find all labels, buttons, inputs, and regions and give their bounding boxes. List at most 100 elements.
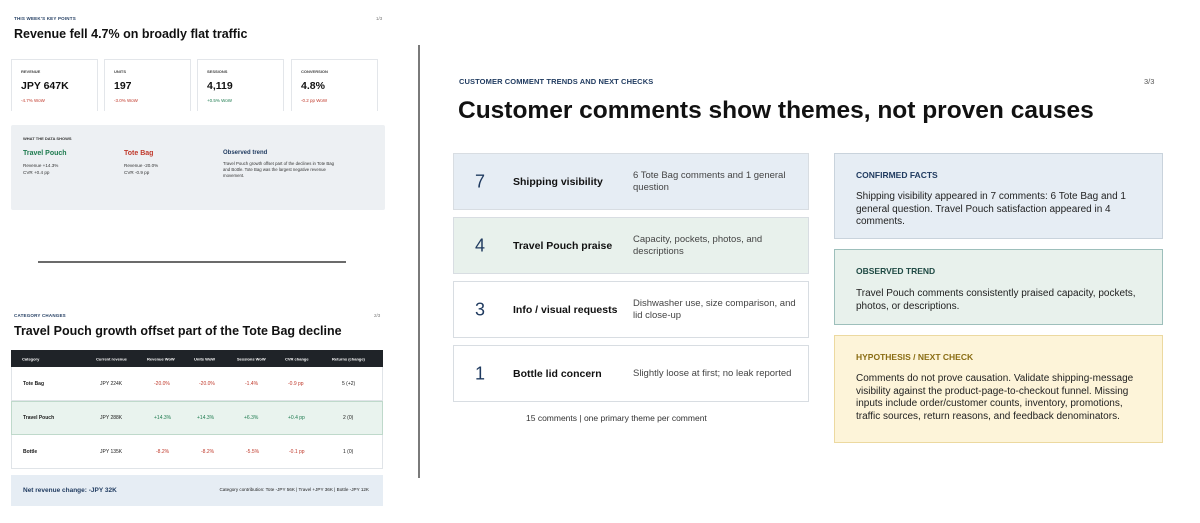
column-header: CVR change	[285, 356, 309, 361]
travel-pouch-heading: Travel Pouch	[23, 150, 67, 157]
cell-cvr-change: -0.1 pp	[289, 448, 305, 455]
cell-cvr-change: +0.4 pp	[288, 415, 305, 421]
kpi-value: 197	[114, 80, 132, 92]
table-row: Bottle JPY 135K -8.2% -8.2% -5.5% -0.1 p…	[11, 435, 383, 469]
category-contribution: Category contribution: Tote -JPY 56K | T…	[219, 487, 369, 492]
summary-line: CVR +0.4 pp	[23, 170, 50, 175]
panel-divider	[418, 45, 420, 478]
net-revenue-bar: Net revenue change: -JPY 32K Category co…	[11, 475, 383, 506]
data-shows-panel: WHAT THE DATA SHOWS Travel Pouch Revenue…	[11, 125, 385, 210]
theme-name: Bottle lid concern	[513, 367, 602, 380]
kpi-card-conversion: CONVERSION 4.8% -0.2 pp WoW	[291, 59, 378, 111]
confirmed-facts-box: CONFIRMED FACTS Shipping visibility appe…	[834, 153, 1163, 239]
kpi-change: +0.5% WoW	[207, 98, 233, 103]
comments-footnote: 15 comments | one primary theme per comm…	[526, 413, 707, 423]
slide2-eyebrow: CATEGORY CHANGES	[14, 313, 66, 318]
cell-returns: 1 (0)	[343, 448, 354, 455]
left-slide-panel: THIS WEEK'S KEY POINTS 1/3 Revenue fell …	[0, 0, 400, 523]
theme-name: Info / visual requests	[513, 303, 618, 316]
slide3-title: Customer comments show themes, not prove…	[458, 97, 1094, 124]
cell-returns: 2 (0)	[343, 415, 354, 421]
confirmed-facts-text: Shipping visibility appeared in 7 commen…	[856, 191, 1126, 228]
theme-card-bottle-lid-concern: 1 Bottle lid concern Slightly loose at f…	[453, 345, 809, 402]
hypothesis-box: HYPOTHESIS / NEXT CHECK Comments do not …	[834, 335, 1163, 443]
kpi-label: CONVERSION	[301, 69, 328, 74]
observed-trend-box: OBSERVED TREND Travel Pouch comments con…	[834, 249, 1163, 325]
net-revenue-change: Net revenue change: -JPY 32K	[23, 487, 117, 494]
cell-returns: 5 (+2)	[342, 380, 356, 387]
kpi-value: 4.8%	[301, 80, 325, 92]
slide1-page-number: 1/3	[376, 16, 383, 21]
kpi-card-revenue: REVENUE JPY 647K -4.7% WoW	[11, 59, 98, 111]
summary-line: Revenue +14.3%	[23, 163, 59, 168]
slide1-eyebrow: THIS WEEK'S KEY POINTS	[14, 16, 76, 21]
confirmed-facts-heading: CONFIRMED FACTS	[856, 170, 938, 180]
summary-line: CVR -0.9 pp	[124, 170, 150, 175]
cell-sessions-wow: -1.4%	[245, 380, 259, 387]
theme-description: 6 Tote Bag comments and 1 general questi…	[633, 169, 786, 193]
theme-count: 1	[475, 363, 486, 383]
kpi-label: SESSIONS	[207, 69, 228, 74]
column-header: Returns (change)	[332, 356, 365, 361]
theme-card-travel-pouch-praise: 4 Travel Pouch praise Capacity, pockets,…	[453, 217, 809, 274]
cell-cvr-change: -0.9 pp	[288, 380, 304, 387]
slide3-page-number: 3/3	[1144, 77, 1155, 86]
hypothesis-heading: HYPOTHESIS / NEXT CHECK	[856, 352, 974, 362]
table-row: Tote Bag JPY 224K -20.0% -20.0% -1.4% -0…	[11, 367, 383, 401]
column-header: Sessions WoW	[237, 356, 266, 361]
theme-name: Travel Pouch praise	[513, 239, 613, 252]
observed-trend-summary: Observed trend Travel Pouch growth offse…	[223, 150, 334, 179]
cell-units-wow: -8.2%	[201, 448, 215, 455]
kpi-card-units: UNITS 197 -3.0% WoW	[104, 59, 191, 111]
theme-name: Shipping visibility	[513, 175, 603, 188]
theme-count: 3	[475, 299, 486, 319]
travel-pouch-summary: Travel Pouch Revenue +14.3% CVR +0.4 pp	[23, 150, 67, 176]
theme-description: Capacity, pockets, photos, and descripti…	[633, 233, 763, 257]
hypothesis-text: Comments do not prove causation. Validat…	[856, 373, 1134, 422]
theme-description: Dishwasher use, size comparison, and lid…	[633, 297, 796, 321]
cell-sessions-wow: +6.3%	[244, 415, 259, 421]
summary-line: Revenue -20.0%	[124, 163, 159, 168]
kpi-value: 4,119	[207, 80, 233, 92]
table-header-row: Category Current revenue Revenue WoW Uni…	[11, 350, 383, 367]
slide-separator	[38, 261, 346, 263]
kpi-label: UNITS	[114, 69, 126, 74]
cell-units-wow: +14.3%	[197, 415, 215, 421]
column-header: Units WoW	[194, 356, 216, 361]
cell-revenue-wow: -8.2%	[156, 448, 170, 455]
column-header: Category	[22, 356, 40, 361]
kpi-card-sessions: SESSIONS 4,119 +0.5% WoW	[197, 59, 284, 111]
cell-sessions-wow: -5.5%	[246, 448, 260, 455]
data-shows-header: WHAT THE DATA SHOWS	[23, 136, 72, 141]
kpi-label: REVENUE	[21, 69, 41, 74]
slide1-title: Revenue fell 4.7% on broadly flat traffi…	[14, 27, 248, 41]
cell-revenue-wow: +14.3%	[154, 415, 172, 421]
cell-revenue: JPY 288K	[100, 415, 123, 421]
theme-count: 7	[475, 171, 486, 191]
tote-bag-summary: Tote Bag Revenue -20.0% CVR -0.9 pp	[124, 150, 158, 176]
tote-bag-heading: Tote Bag	[124, 150, 154, 157]
cell-category: Travel Pouch	[23, 415, 55, 421]
column-header: Current revenue	[96, 356, 127, 361]
cell-category: Bottle	[23, 448, 38, 455]
kpi-change: -3.0% WoW	[114, 98, 138, 103]
observed-trend-text: Travel Pouch comments consistently prais…	[856, 288, 1136, 312]
kpi-value: JPY 647K	[21, 80, 69, 92]
slide2-title: Travel Pouch growth offset part of the T…	[14, 324, 342, 338]
summary-line: movement.	[223, 173, 245, 178]
cell-units-wow: -20.0%	[199, 380, 215, 387]
theme-card-shipping-visibility: 7 Shipping visibility 6 Tote Bag comment…	[453, 153, 809, 210]
theme-description: Slightly loose at first; no leak reporte…	[633, 367, 792, 379]
theme-card-info-visual-requests: 3 Info / visual requests Dishwasher use,…	[453, 281, 809, 338]
category-table: Category Current revenue Revenue WoW Uni…	[11, 350, 383, 469]
kpi-change: -0.2 pp WoW	[301, 98, 328, 103]
slide2-page-number: 2/3	[374, 313, 381, 318]
cell-category: Tote Bag	[23, 380, 45, 387]
cell-revenue: JPY 135K	[100, 448, 123, 455]
column-header: Revenue WoW	[147, 356, 175, 361]
table-row: Travel Pouch JPY 288K +14.3% +14.3% +6.3…	[11, 401, 383, 435]
cell-revenue-wow: -20.0%	[154, 380, 170, 387]
observed-trend-heading: OBSERVED TREND	[856, 266, 936, 276]
slide3-eyebrow: CUSTOMER COMMENT TRENDS AND NEXT CHECKS	[459, 77, 654, 86]
cell-revenue: JPY 224K	[100, 380, 123, 387]
